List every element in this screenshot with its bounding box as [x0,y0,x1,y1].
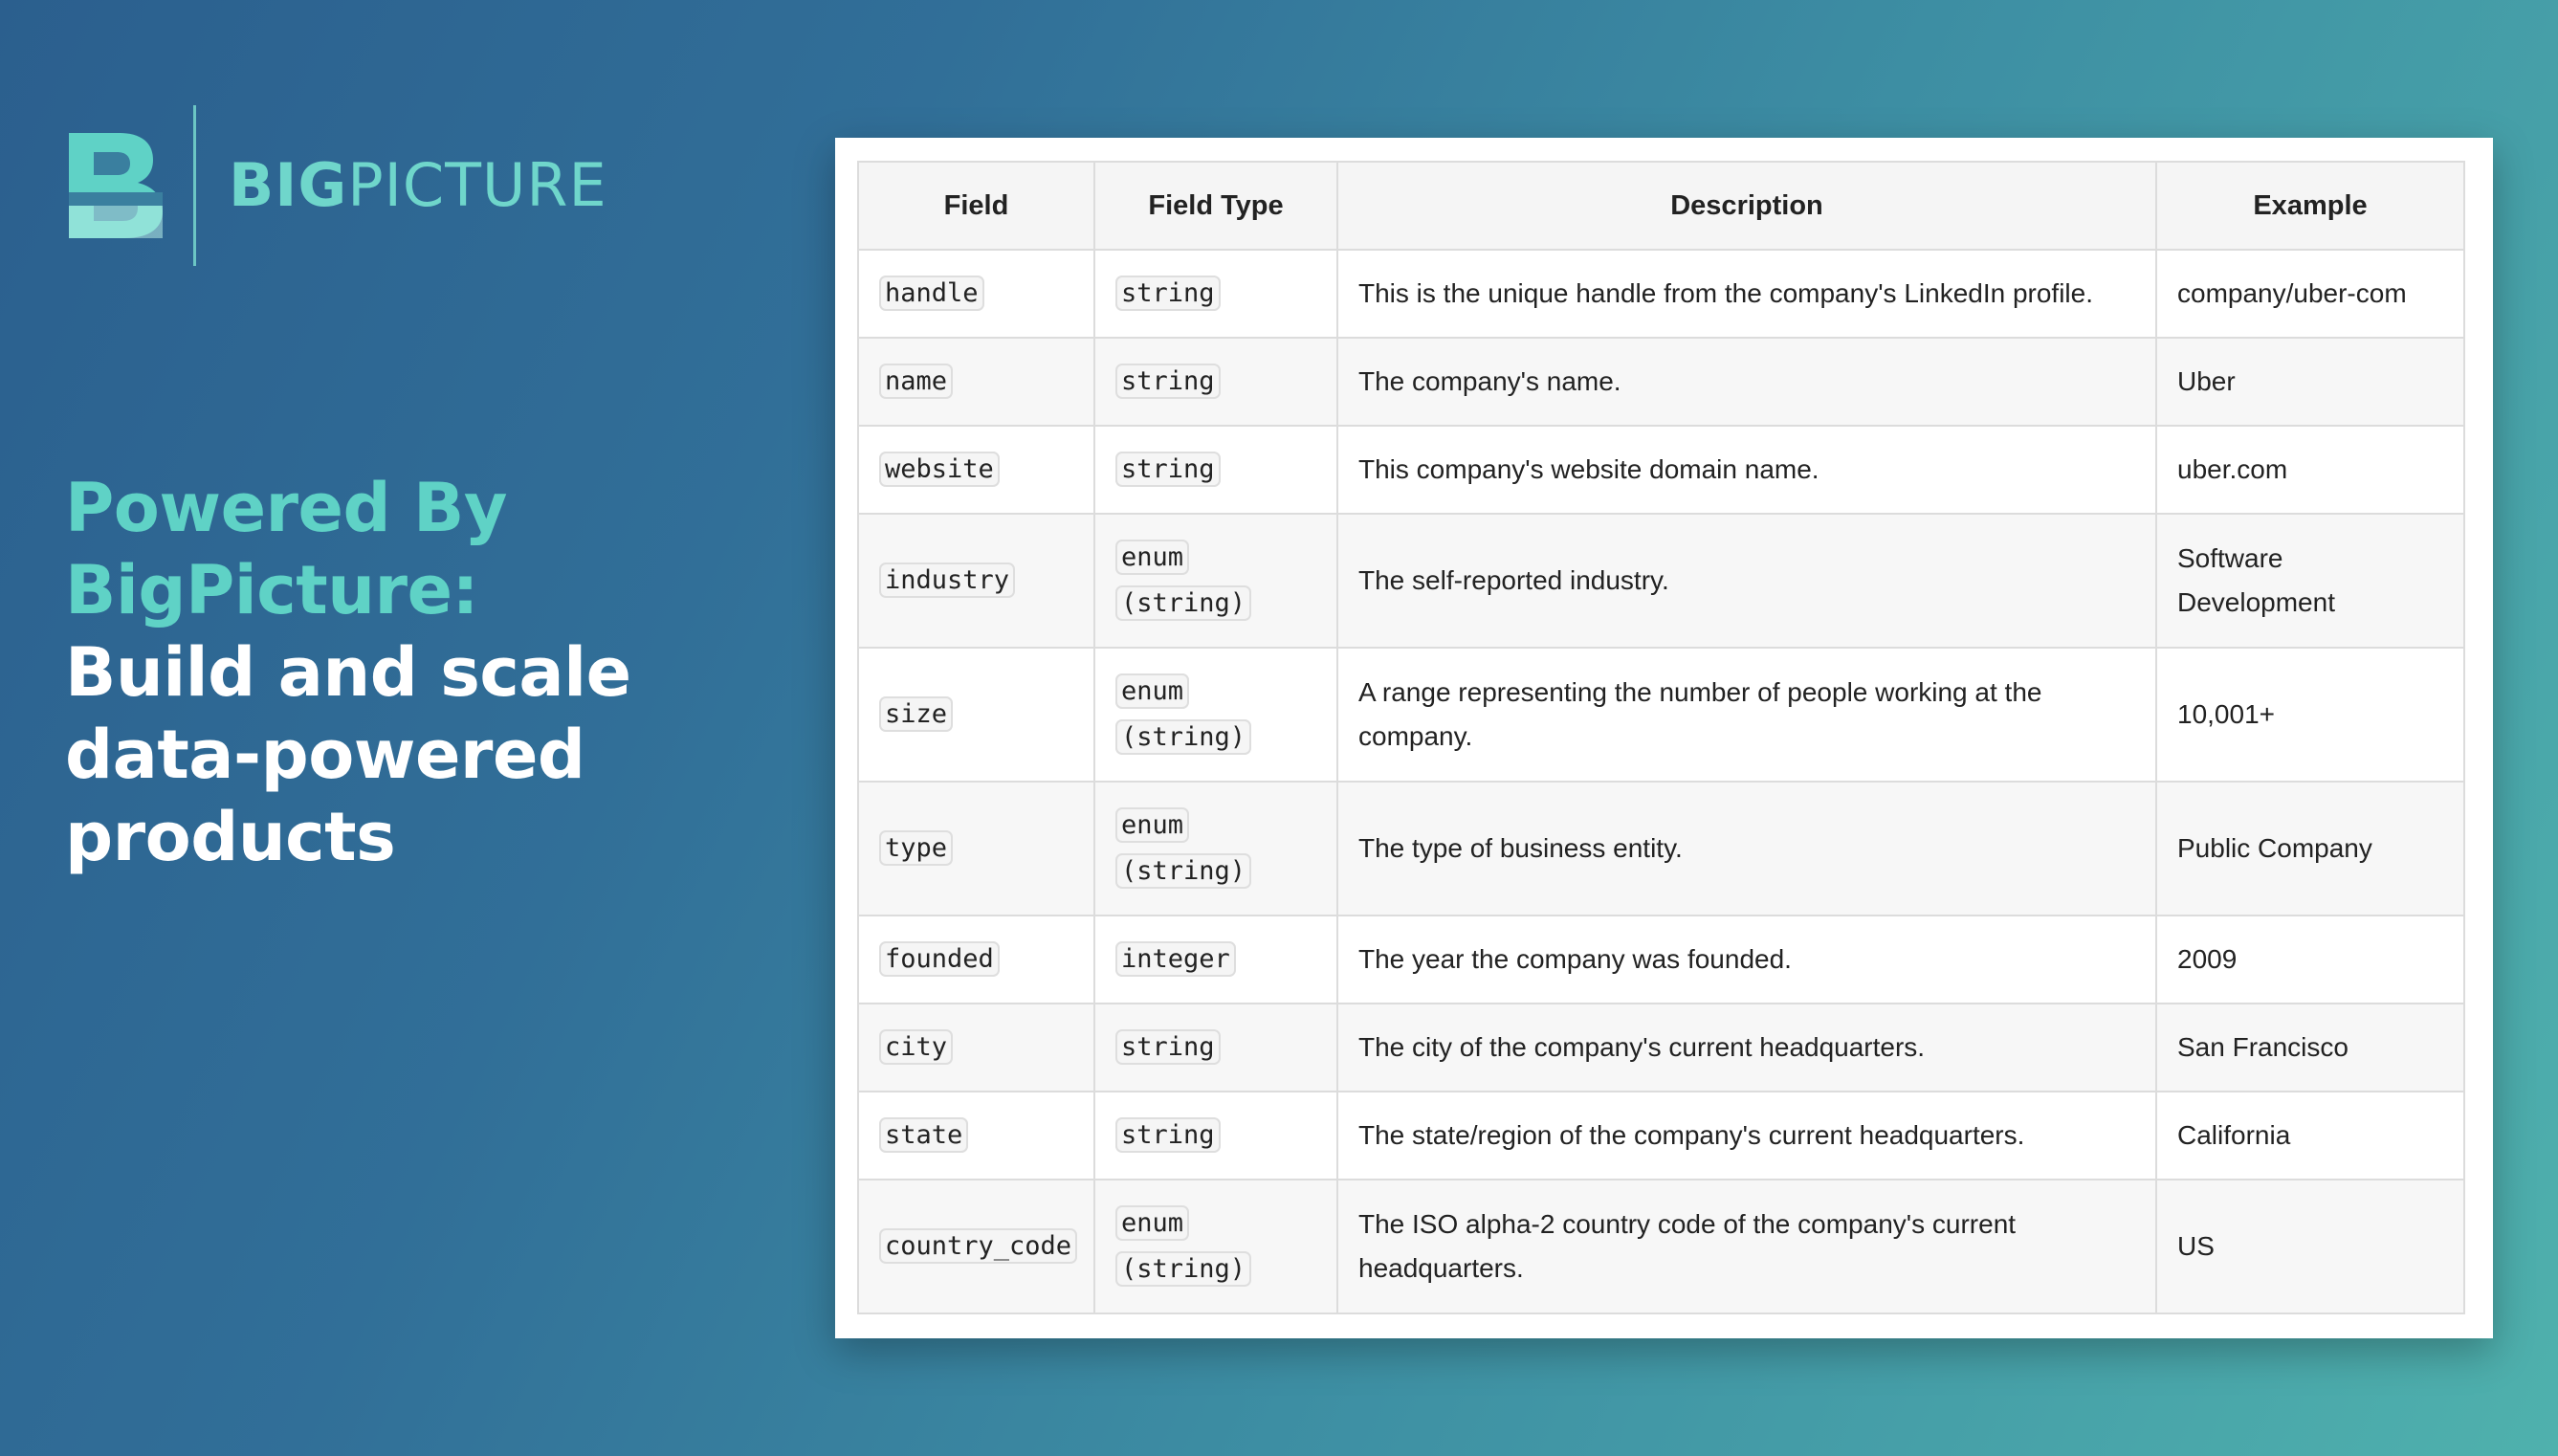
headline-line-2: Build and scale [65,633,631,712]
field-name: size [879,696,954,732]
field-type: enum (string) [1115,540,1252,621]
table-row: type enum (string) The type of business … [857,781,2465,916]
field-type: string [1115,1029,1221,1065]
brand-name: BIGPICTURE [229,156,607,215]
column-header-description: Description [1336,161,2157,251]
field-name: country_code [879,1228,1078,1264]
field-name: type [879,830,954,866]
column-header-field-type: Field Type [1093,161,1338,251]
field-example: Public Company [2155,781,2465,916]
field-example: Uber [2155,337,2465,427]
field-type: enum (string) [1115,1205,1252,1287]
field-type: string [1115,452,1221,487]
table-row: website string This company's website do… [857,425,2465,515]
field-description: This is the unique handle from the compa… [1336,249,2157,339]
table-row: name string The company's name. Uber [857,337,2465,427]
schema-table: Field Field Type Description Example han… [857,161,2465,1314]
brand-name-bold: BIG [229,150,348,220]
field-name: state [879,1117,969,1153]
brand-name-light: PICTURE [347,150,607,220]
schema-table-card: Field Field Type Description Example han… [835,138,2493,1338]
field-description: The state/region of the company's curren… [1336,1091,2157,1180]
field-example: 10,001+ [2155,647,2465,783]
headline: Powered By BigPicture: Build and scale d… [65,467,830,878]
field-description: This company's website domain name. [1336,425,2157,515]
field-type: enum (string) [1115,807,1252,889]
field-name: founded [879,941,1000,977]
headline-powered-by: Powered By BigPicture: [65,469,508,629]
field-description: The self-reported industry. [1336,513,2157,649]
field-description: The year the company was founded. [1336,915,2157,1004]
field-type: string [1115,364,1221,399]
table-row: handle string This is the unique handle … [857,249,2465,339]
table-row: industry enum (string) The self-reported… [857,513,2465,649]
brand-logo: BIGPICTURE [69,105,607,266]
table-row: city string The city of the company's cu… [857,1003,2465,1092]
table-row: state string The state/region of the com… [857,1091,2465,1180]
logo-divider [193,105,196,266]
field-example: San Francisco [2155,1003,2465,1092]
table-row: country_code enum (string) The ISO alpha… [857,1179,2465,1314]
field-example: 2009 [2155,915,2465,1004]
field-description: The type of business entity. [1336,781,2157,916]
field-example: uber.com [2155,425,2465,515]
table-row: founded integer The year the company was… [857,915,2465,1004]
field-type: string [1115,276,1221,311]
field-description: The company's name. [1336,337,2157,427]
field-name: handle [879,276,984,311]
field-example: Software Development [2155,513,2465,649]
field-name: website [879,452,1000,487]
table-row: size enum (string) A range representing … [857,647,2465,783]
field-example: company/uber-com [2155,249,2465,339]
field-name: industry [879,563,1016,598]
field-type: string [1115,1117,1221,1153]
field-name: city [879,1029,954,1065]
column-header-example: Example [2155,161,2465,251]
field-type: enum (string) [1115,673,1252,755]
field-description: The ISO alpha-2 country code of the comp… [1336,1179,2157,1314]
field-name: name [879,364,954,399]
field-description: The city of the company's current headqu… [1336,1003,2157,1092]
bigpicture-logo-icon [69,133,163,238]
column-header-field: Field [857,161,1095,251]
field-example: California [2155,1091,2465,1180]
headline-line-3: data-powered products [65,716,585,876]
field-description: A range representing the number of peopl… [1336,647,2157,783]
field-example: US [2155,1179,2465,1314]
field-type: integer [1115,941,1236,977]
